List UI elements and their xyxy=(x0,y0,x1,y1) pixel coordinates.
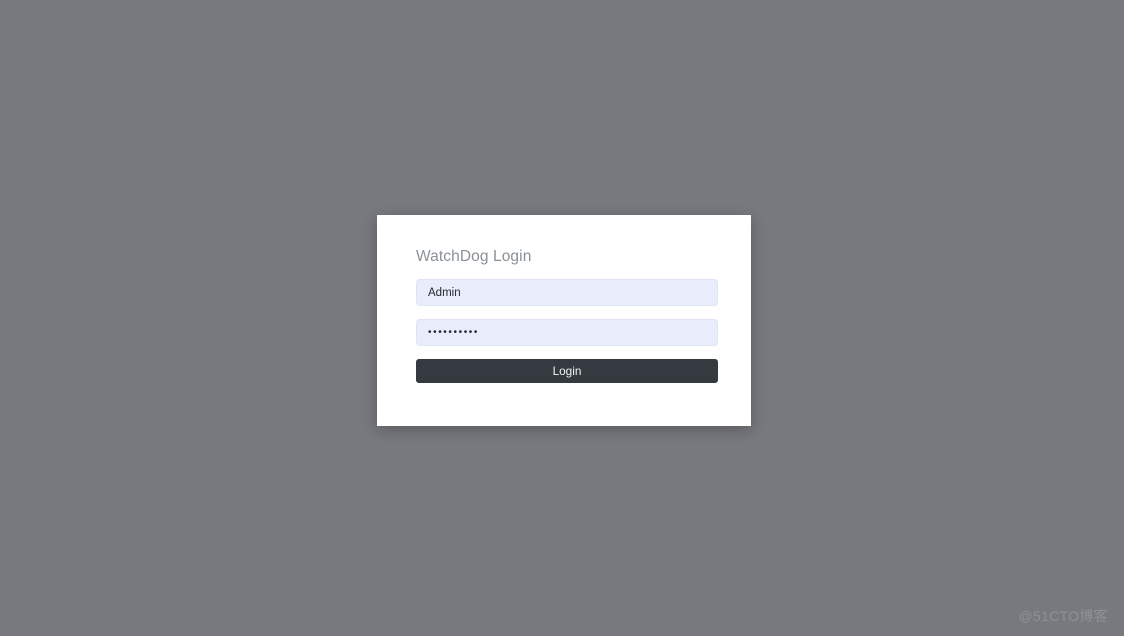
username-input[interactable] xyxy=(416,279,718,306)
login-button[interactable]: Login xyxy=(416,359,718,383)
password-input[interactable] xyxy=(416,319,718,346)
watermark: @51CTO博客 xyxy=(1019,606,1108,626)
login-modal-title: WatchDog Login xyxy=(416,248,531,266)
login-modal: WatchDog Login Login xyxy=(377,215,751,426)
